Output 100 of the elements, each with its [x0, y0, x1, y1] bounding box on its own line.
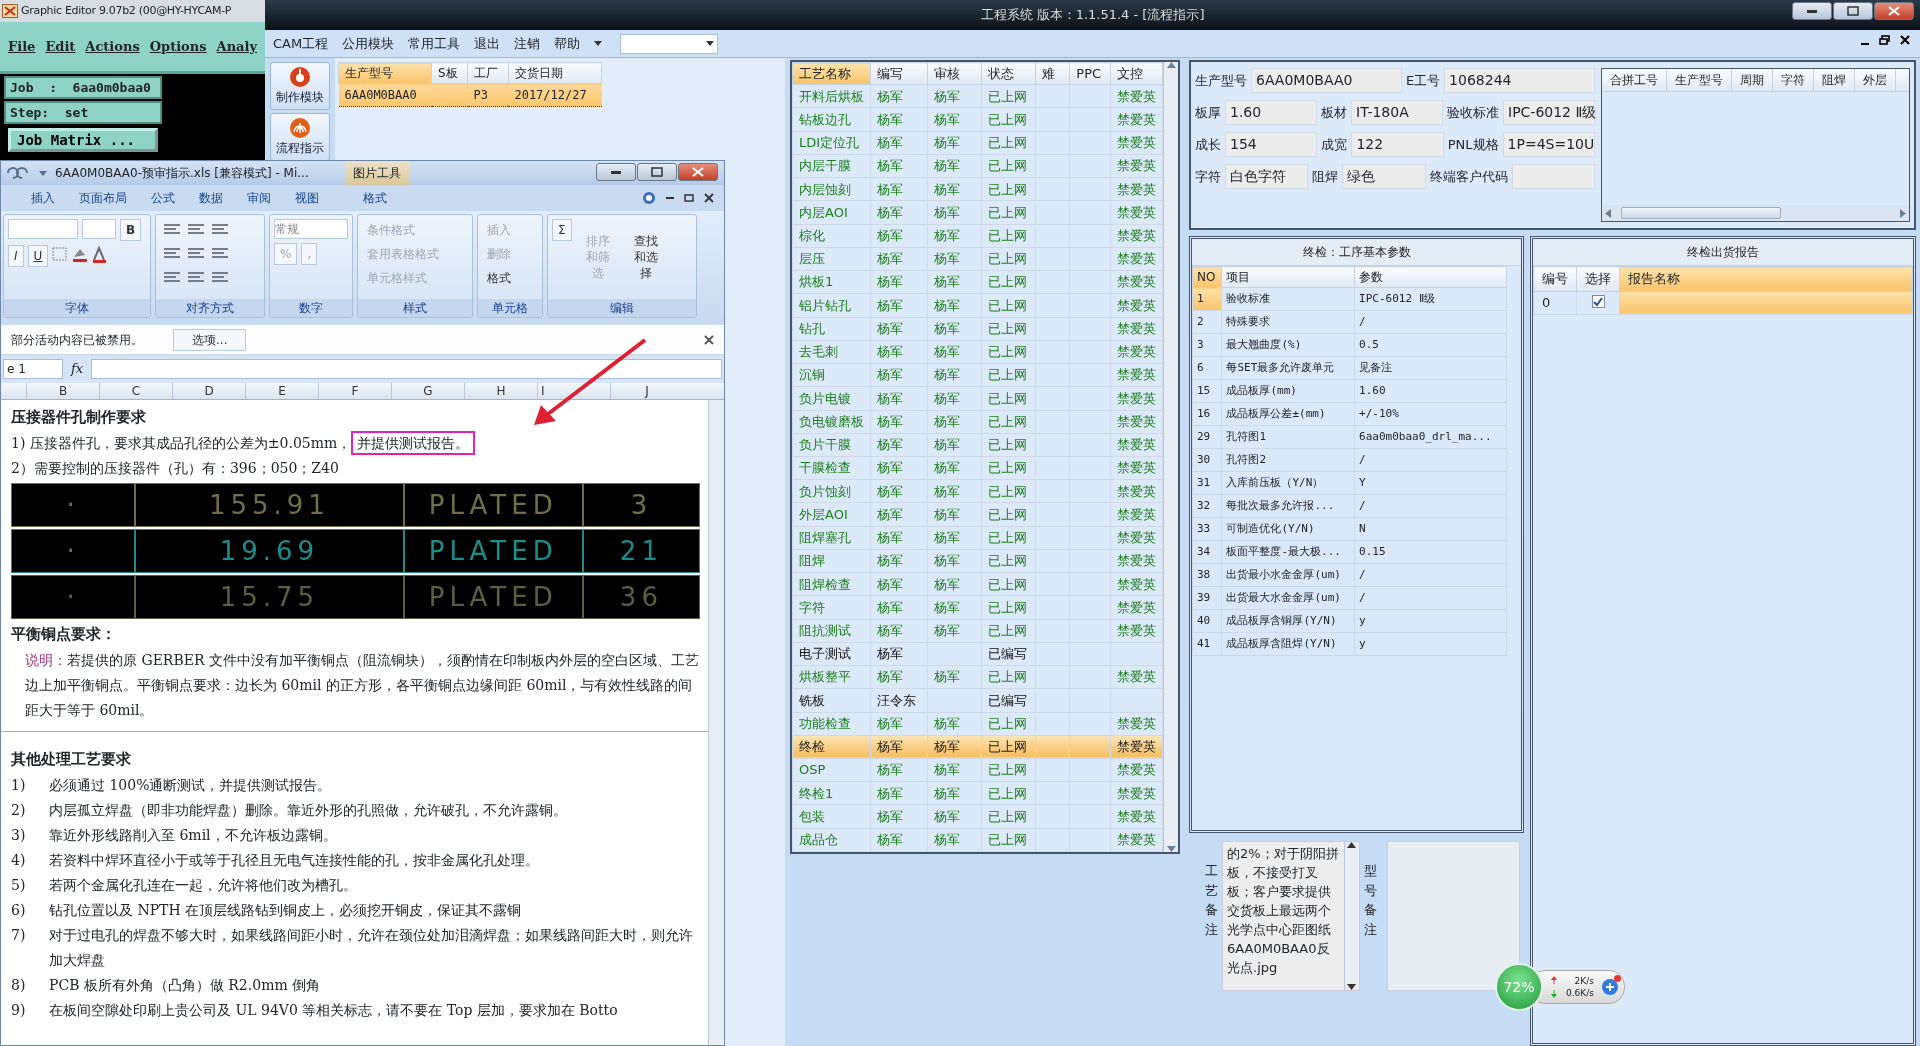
- caret-icon[interactable]: [594, 41, 603, 46]
- text-field[interactable]: 122: [1351, 132, 1444, 157]
- column-header[interactable]: 参数: [1354, 266, 1507, 288]
- menu-item[interactable]: 公用模块: [342, 33, 395, 54]
- text-field[interactable]: IT-180A: [1351, 100, 1443, 125]
- table-row[interactable]: 38 出货最小水金金厚(um) /: [1192, 563, 1507, 587]
- menu-item[interactable]: Analy: [216, 36, 257, 57]
- menu-item[interactable]: 注销: [514, 33, 541, 54]
- column-header[interactable]: D: [172, 383, 245, 399]
- table-row[interactable]: 3 最大翘曲度(%) 0.5: [1192, 333, 1507, 357]
- close-button[interactable]: [1874, 2, 1914, 20]
- menu-item[interactable]: Options: [149, 36, 207, 57]
- table-row[interactable]: 内层蚀刻 杨军 杨军 已上网 禁爱英: [792, 177, 1163, 201]
- table-row[interactable]: 去毛刺 杨军 杨军 已上网 禁爱英: [792, 340, 1163, 364]
- table-row[interactable]: 烘板1 杨军 杨军 已上网 禁爱英: [792, 270, 1163, 294]
- menu-item[interactable]: Edit: [45, 36, 76, 57]
- text-field[interactable]: IPC-6012 Ⅱ级: [1503, 100, 1595, 125]
- quick-access-icon[interactable]: [5, 165, 49, 181]
- table-row[interactable]: 负片蚀刻 杨军 杨军 已上网 禁爱英: [792, 479, 1163, 503]
- column-header[interactable]: 生产型号: [1667, 69, 1732, 91]
- function-label[interactable]: fx: [71, 359, 84, 379]
- column-header[interactable]: 审核: [927, 62, 982, 85]
- table-row[interactable]: 阻抗测试 杨军 杨军 已上网 禁爱英: [792, 619, 1163, 643]
- ribbon-tab[interactable]: 插入: [31, 189, 55, 207]
- ribbon-tab[interactable]: 格式: [363, 189, 387, 207]
- ribbon-tab[interactable]: 页面布局: [79, 189, 127, 207]
- restore-icon[interactable]: [1879, 35, 1890, 45]
- table-row[interactable]: 终检1 杨军 杨军 已上网 禁爱英: [792, 781, 1163, 805]
- ribbon-tab[interactable]: 视图: [295, 189, 319, 207]
- menu-item[interactable]: 帮助: [554, 33, 581, 54]
- table-row[interactable]: 负电镀磨板 杨军 杨军 已上网 禁爱英: [792, 410, 1163, 434]
- options-button[interactable]: 选项...: [173, 328, 247, 351]
- menu-item[interactable]: Actions: [85, 36, 140, 57]
- table-row[interactable]: 阻焊检查 杨军 杨军 已上网 禁爱英: [792, 572, 1163, 596]
- column-header[interactable]: H: [464, 383, 537, 399]
- column-header[interactable]: C: [99, 383, 172, 399]
- sum-button[interactable]: Σ: [552, 219, 572, 241]
- table-row[interactable]: 内层干膜 杨军 杨军 已上网 禁爱英: [792, 154, 1163, 178]
- close-button[interactable]: [678, 163, 718, 181]
- column-header[interactable]: 字符: [1773, 69, 1814, 91]
- tool-button[interactable]: 流程指示: [270, 113, 330, 161]
- table-row[interactable]: 功能检查 杨军 杨军 已上网 禁爱英: [792, 712, 1163, 736]
- column-header[interactable]: 项目: [1221, 266, 1355, 288]
- minimize-button[interactable]: [1792, 2, 1832, 20]
- column-header[interactable]: J: [610, 383, 683, 399]
- column-header[interactable]: E: [245, 383, 318, 399]
- ribbon-button[interactable]: 格式: [482, 267, 516, 289]
- scrollbar[interactable]: [1602, 205, 1909, 221]
- table-row[interactable]: 开料后烘板 杨军 杨军 已上网 禁爱英: [792, 84, 1163, 108]
- column-header[interactable]: 文控: [1110, 62, 1163, 85]
- text-field[interactable]: 154: [1225, 132, 1318, 157]
- menu-item[interactable]: CAM工程: [273, 33, 329, 54]
- close-icon[interactable]: [704, 193, 714, 203]
- table-row[interactable]: 钻孔 杨军 杨军 已上网 禁爱英: [792, 317, 1163, 341]
- table-row[interactable]: 2 特殊要求 /: [1192, 310, 1507, 334]
- format-button[interactable]: I: [8, 245, 24, 267]
- maximize-button[interactable]: [637, 163, 677, 181]
- column-header[interactable]: PPC: [1069, 62, 1111, 85]
- menu-item[interactable]: 退出: [474, 33, 501, 54]
- scrollbar[interactable]: [1163, 62, 1178, 852]
- table-row[interactable]: 包装 杨军 杨军 已上网 禁爱英: [792, 805, 1163, 829]
- table-cell[interactable]: [1619, 291, 1913, 314]
- column-header[interactable]: 选择: [1576, 266, 1620, 291]
- table-row[interactable]: 39 出货最大水金金厚(um) /: [1192, 586, 1507, 610]
- table-row[interactable]: 铣板 汪令东 已编写: [792, 688, 1163, 713]
- table-row[interactable]: 干膜检查 杨军 杨军 已上网 禁爱英: [792, 456, 1163, 480]
- menu-item[interactable]: File: [8, 36, 36, 57]
- table-row[interactable]: 16 成品板厚公差±(mm) +/-10%: [1192, 402, 1507, 426]
- name-box[interactable]: e 1: [3, 359, 63, 379]
- column-header[interactable]: 交货日期: [508, 62, 602, 84]
- column-header[interactable]: NO: [1192, 266, 1222, 288]
- format-button[interactable]: B: [120, 219, 142, 241]
- table-row[interactable]: OSP 杨军 杨军 已上网 禁爱英: [792, 758, 1163, 782]
- column-header[interactable]: 生产型号: [338, 62, 432, 84]
- ribbon-tab[interactable]: 数据: [199, 189, 223, 207]
- text-field[interactable]: 绿色: [1342, 164, 1426, 189]
- table-row[interactable]: 阻焊 杨军 杨军 已上网 禁爱英: [792, 549, 1163, 573]
- table-row[interactable]: LDI定位孔 杨军 杨军 已上网 禁爱英: [792, 131, 1163, 155]
- text-field[interactable]: 白色字符: [1225, 164, 1309, 189]
- table-row[interactable]: 40 成品板厚含铜厚(Y/N) y: [1192, 609, 1507, 633]
- text-field[interactable]: 1068244: [1444, 68, 1595, 93]
- table-row[interactable]: 沉铜 杨军 杨军 已上网 禁爱英: [792, 363, 1163, 387]
- column-header[interactable]: G: [391, 383, 464, 399]
- dropdown-field[interactable]: [620, 33, 719, 54]
- text-field[interactable]: 1P=4S=10U: [1502, 132, 1595, 157]
- column-header[interactable]: 合拼工号: [1602, 69, 1667, 91]
- table-row[interactable]: 阻焊塞孔 杨军 杨军 已上网 禁爱英: [792, 526, 1163, 550]
- column-header[interactable]: 外层: [1855, 69, 1896, 91]
- column-header[interactable]: 报告名称: [1619, 266, 1913, 291]
- help-icon[interactable]: [642, 191, 656, 205]
- text-field[interactable]: 1.60: [1225, 100, 1317, 125]
- menu-item[interactable]: 常用工具: [408, 33, 461, 54]
- column-header[interactable]: 难: [1035, 62, 1070, 85]
- table-row[interactable]: 外层AOI 杨军 杨军 已上网 禁爱英: [792, 502, 1163, 527]
- table-row[interactable]: 电子测试 杨军 已编写: [792, 642, 1163, 666]
- table-row[interactable]: 铝片钻孔 杨军 杨军 已上网 禁爱英: [792, 293, 1163, 318]
- table-row[interactable]: 1 验收标准 IPC-6012 Ⅱ级: [1192, 287, 1507, 311]
- column-header[interactable]: 周期: [1732, 69, 1773, 91]
- column-header[interactable]: 工艺名称: [792, 62, 871, 85]
- table-row[interactable]: 6 每SET最多允许废单元 见备注: [1192, 356, 1507, 380]
